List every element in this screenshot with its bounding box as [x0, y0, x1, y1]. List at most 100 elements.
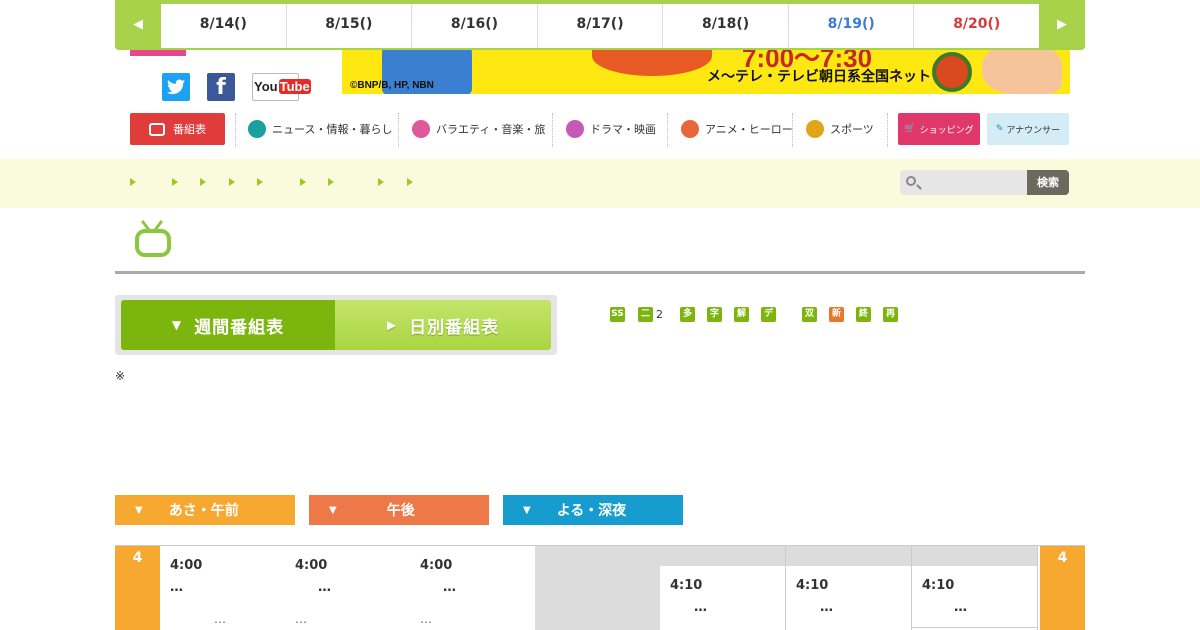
- program-title[interactable]: …: [318, 580, 331, 595]
- legend-badge: 二: [638, 307, 653, 322]
- band-label: よる・深夜: [556, 503, 627, 519]
- sub-nav-arrow-icon[interactable]: [257, 178, 263, 186]
- date-navigation: ◀ 8/14() 8/15() 8/16() 8/17() 8/18() 8/1…: [115, 0, 1085, 50]
- program-time: 4:00: [295, 558, 328, 573]
- microphone-icon: ✎: [995, 124, 1004, 134]
- music-note-icon: [412, 120, 430, 138]
- date-tab[interactable]: 8/18(): [663, 4, 789, 48]
- nav-label: スポーツ: [830, 123, 874, 136]
- schedule-grid: 4 4:00 … … 4:00 … … 4:00 … … 4:10 … 4:10…: [115, 545, 1085, 630]
- banner-copyright: ©BNP/B, HP, NBN: [350, 80, 434, 91]
- program-title[interactable]: …: [443, 580, 456, 595]
- legend-badge: SS: [610, 307, 625, 322]
- nav-sports[interactable]: スポーツ: [806, 113, 874, 145]
- news-icon: [248, 120, 266, 138]
- date-tab[interactable]: 8/16(): [412, 4, 538, 48]
- band-afternoon-button[interactable]: ▼ 午後: [309, 495, 489, 525]
- nav-announcer[interactable]: ✎ アナウンサー: [987, 113, 1069, 145]
- banner-emblem-art: [932, 52, 972, 92]
- promo-banner[interactable]: 7:00～7:30 メ～テレ・テレビ朝日系全国ネット ©BNP/B, HP, N…: [342, 46, 1070, 94]
- search-button[interactable]: 検索: [1027, 170, 1069, 195]
- sub-nav-arrow-icon[interactable]: [407, 178, 413, 186]
- program-subtitle: …: [420, 612, 432, 626]
- legend-badge: 再: [883, 307, 898, 322]
- sub-nav-arrow-icon[interactable]: [300, 178, 306, 186]
- legend-badge: デ: [761, 307, 776, 322]
- youtube-icon[interactable]: You Tube: [252, 73, 311, 101]
- tv-title-icon: [135, 220, 173, 258]
- program-title[interactable]: …: [694, 600, 707, 615]
- column-header: [912, 546, 1037, 566]
- schedule-column[interactable]: 4:10 …: [786, 546, 912, 630]
- hour-label: 4: [1040, 546, 1085, 630]
- tab-weekly-schedule[interactable]: ▼ 週間番組表: [121, 300, 335, 350]
- nav-label: ニュース・情報・暮らし: [272, 123, 393, 136]
- date-list: 8/14() 8/15() 8/16() 8/17() 8/18() 8/19(…: [161, 4, 1039, 48]
- date-tab[interactable]: 8/14(): [161, 4, 287, 48]
- nav-drama[interactable]: ドラマ・映画: [566, 113, 656, 145]
- nav-label: 番組表: [173, 123, 206, 136]
- program-title[interactable]: …: [820, 600, 833, 615]
- triangle-right-icon: ▶: [1057, 17, 1067, 32]
- facebook-icon[interactable]: f: [207, 73, 235, 101]
- banner-character-art-2: [982, 46, 1062, 94]
- youtube-label-b: Tube: [278, 79, 311, 94]
- twitter-icon[interactable]: [162, 73, 190, 101]
- tab-daily-schedule[interactable]: ▶ 日別番組表: [335, 300, 551, 350]
- search-input[interactable]: [900, 170, 1028, 195]
- triangle-left-icon: ◀: [133, 17, 143, 32]
- cart-icon: 🛒: [904, 124, 916, 134]
- legend-badge: 双: [802, 307, 817, 322]
- next-week-button[interactable]: ▶: [1039, 0, 1085, 50]
- triangle-right-icon: ▶: [386, 318, 398, 332]
- sub-nav-arrow-icon[interactable]: [172, 178, 178, 186]
- nav-divider: [792, 113, 793, 147]
- prev-week-button[interactable]: ◀: [115, 0, 161, 50]
- nav-label: アニメ・ヒーロー: [705, 123, 793, 136]
- sub-nav-arrow-icon[interactable]: [130, 178, 136, 186]
- nav-program-guide[interactable]: 番組表: [130, 113, 225, 145]
- band-morning-button[interactable]: ▼ あさ・午前: [115, 495, 295, 525]
- banner-network: メ～テレ・テレビ朝日系全国ネット: [707, 69, 931, 85]
- schedule-column-empty: [535, 546, 661, 630]
- schedule-column[interactable]: 4:00 … …: [410, 546, 536, 630]
- legend-badge: 解: [734, 307, 749, 322]
- tab-label: 日別番組表: [409, 317, 500, 338]
- date-tab[interactable]: 8/17(): [538, 4, 664, 48]
- nav-divider: [552, 113, 553, 147]
- nav-shopping[interactable]: 🛒 ショッピング: [898, 113, 980, 145]
- anime-icon: [681, 120, 699, 138]
- date-tab-sunday[interactable]: 8/20(): [914, 4, 1039, 48]
- band-night-button[interactable]: ▼ よる・深夜: [503, 495, 683, 525]
- schedule-view-tabs: ▼ 週間番組表 ▶ 日別番組表: [115, 295, 557, 355]
- date-tab[interactable]: 8/15(): [287, 4, 413, 48]
- sub-nav-arrow-icon[interactable]: [328, 178, 334, 186]
- film-icon: [566, 120, 584, 138]
- program-title[interactable]: …: [954, 600, 967, 615]
- date-tab-saturday[interactable]: 8/19(): [789, 4, 915, 48]
- nav-news[interactable]: ニュース・情報・暮らし: [248, 113, 392, 145]
- nav-variety[interactable]: バラエティ・音楽・旅: [412, 113, 545, 145]
- sub-nav-arrow-icon[interactable]: [200, 178, 206, 186]
- nav-label: アナウンサー: [1006, 125, 1061, 136]
- search-box: 検索: [900, 170, 1069, 195]
- twitter-bird-icon: [167, 79, 185, 95]
- program-guide-page: f You Tube 7:00～7:30 メ～テレ・テレビ朝日系全国ネット ©BN…: [0, 0, 1200, 630]
- schedule-column[interactable]: 4:10 …: [660, 546, 786, 630]
- program-subtitle: …: [295, 612, 307, 626]
- nav-divider: [887, 113, 888, 147]
- program-title[interactable]: …: [170, 580, 183, 595]
- sub-nav-arrow-icon[interactable]: [229, 178, 235, 186]
- nav-divider: [235, 113, 236, 147]
- schedule-column[interactable]: 4:00 … …: [285, 546, 411, 630]
- schedule-column[interactable]: 4:00 … …: [160, 546, 286, 630]
- nav-anime[interactable]: アニメ・ヒーロー: [681, 113, 793, 145]
- tv-icon: [149, 122, 165, 136]
- nav-divider: [667, 113, 668, 147]
- triangle-down-icon: ▼: [329, 504, 337, 516]
- sub-nav-arrow-icon[interactable]: [378, 178, 384, 186]
- youtube-label-a: You: [254, 79, 278, 94]
- schedule-column[interactable]: 4:10 …: [912, 546, 1038, 630]
- title-divider: [115, 271, 1085, 274]
- triangle-down-icon: ▼: [171, 318, 183, 332]
